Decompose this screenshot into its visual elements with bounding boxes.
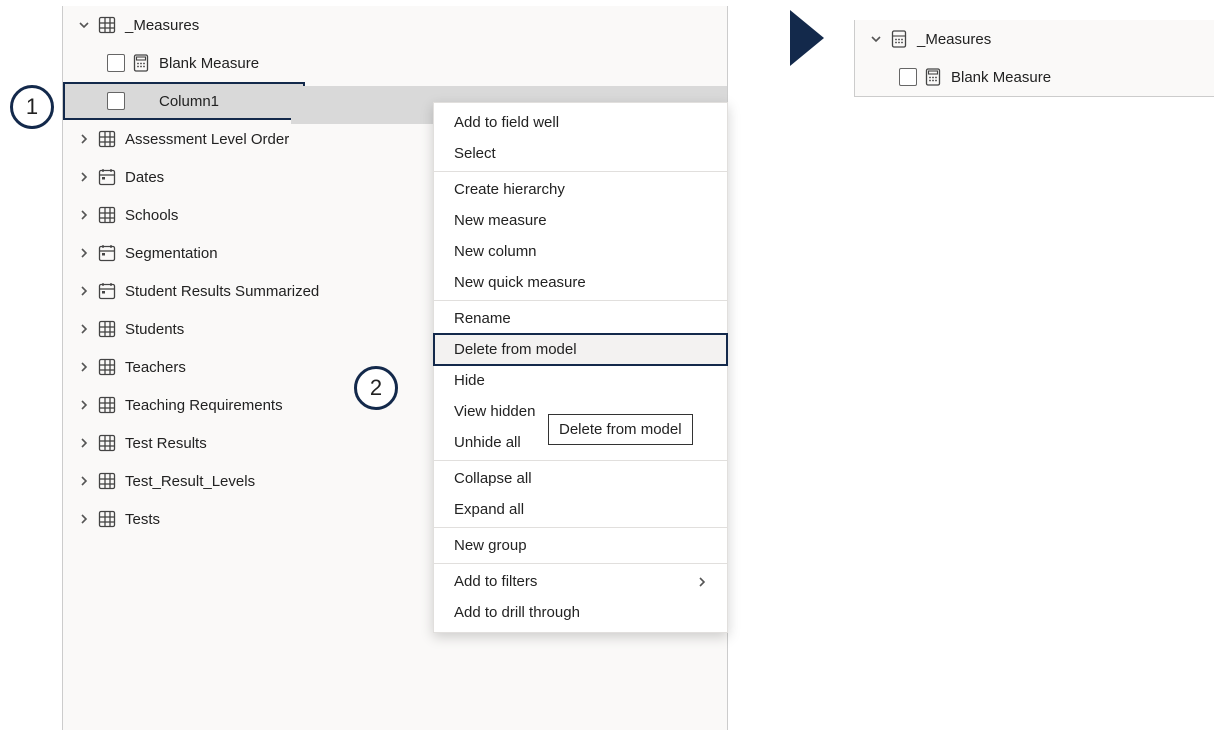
cm-add-to-drill-through[interactable]: Add to drill through <box>434 597 727 628</box>
chevron-down-icon <box>869 33 883 45</box>
table-icon <box>97 319 117 339</box>
table-icon <box>97 433 117 453</box>
step-badge-1: 1 <box>10 85 54 129</box>
tree-item-column1[interactable]: Column1 <box>63 82 305 120</box>
cm-label: Collapse all <box>454 470 532 487</box>
tree-item-measures[interactable]: _Measures <box>63 6 727 44</box>
cm-label: New quick measure <box>454 274 586 291</box>
cm-select[interactable]: Select <box>434 138 727 169</box>
cm-new-quick-measure[interactable]: New quick measure <box>434 267 727 298</box>
cm-label: Select <box>454 145 496 162</box>
chevron-right-icon <box>77 247 91 259</box>
step-badge-2: 2 <box>354 366 398 410</box>
cm-hide[interactable]: Hide <box>434 365 727 396</box>
cm-delete-from-model[interactable]: Delete from model <box>434 334 727 365</box>
tree-item-blank-measure[interactable]: Blank Measure <box>855 58 1214 96</box>
cm-label: Add to filters <box>454 573 537 590</box>
checkbox[interactable] <box>107 54 125 72</box>
tree-item-label: Segmentation <box>123 245 218 262</box>
table-icon <box>97 357 117 377</box>
tree-item-label: Assessment Level Order <box>123 131 289 148</box>
chevron-right-icon <box>77 323 91 335</box>
tree-item-label: Teachers <box>123 359 186 376</box>
cm-label: Add to field well <box>454 114 559 131</box>
tree-item-label: Student Results Summarized <box>123 283 319 300</box>
table-icon <box>97 205 117 225</box>
tree-item-label: Blank Measure <box>157 55 259 72</box>
chevron-right-icon <box>77 209 91 221</box>
step-number: 1 <box>26 94 38 120</box>
step-number: 2 <box>370 375 382 401</box>
cm-label: Delete from model <box>454 341 577 358</box>
table-icon <box>97 471 117 491</box>
tree-item-label: _Measures <box>915 31 991 48</box>
cm-label: Expand all <box>454 501 524 518</box>
chevron-right-icon <box>77 285 91 297</box>
cm-label: Rename <box>454 310 511 327</box>
measure-icon <box>131 53 151 73</box>
chevron-right-icon <box>77 361 91 373</box>
cm-label: Add to drill through <box>454 604 580 621</box>
tree-item-label: Column1 <box>157 93 219 110</box>
checkbox[interactable] <box>899 68 917 86</box>
tree-item-label: Test Results <box>123 435 207 452</box>
chevron-right-icon <box>77 399 91 411</box>
context-menu: Add to field well Select Create hierarch… <box>433 102 728 633</box>
measure-icon <box>923 67 943 87</box>
tree-item-label: Dates <box>123 169 164 186</box>
cm-new-column[interactable]: New column <box>434 236 727 267</box>
tree-item-label: Students <box>123 321 184 338</box>
fields-pane-after: _Measures Blank Measure <box>854 20 1214 97</box>
next-step-arrow-icon <box>790 10 824 66</box>
date-table-icon <box>97 243 117 263</box>
cm-label: Create hierarchy <box>454 181 565 198</box>
chevron-right-icon <box>77 475 91 487</box>
table-icon <box>97 15 117 35</box>
cm-label: New group <box>454 537 527 554</box>
tree-item-label: Blank Measure <box>949 69 1051 86</box>
cm-new-measure[interactable]: New measure <box>434 205 727 236</box>
cm-expand-all[interactable]: Expand all <box>434 494 727 525</box>
cm-label: Unhide all <box>454 434 521 451</box>
chevron-right-icon <box>77 133 91 145</box>
chevron-right-icon <box>697 576 707 588</box>
tree-item-measures[interactable]: _Measures <box>855 20 1214 58</box>
chevron-right-icon <box>77 171 91 183</box>
table-icon <box>97 129 117 149</box>
cm-new-group[interactable]: New group <box>434 530 727 561</box>
measure-table-icon <box>889 29 909 49</box>
date-table-icon <box>97 167 117 187</box>
table-icon <box>97 509 117 529</box>
tree-item-label: Test_Result_Levels <box>123 473 255 490</box>
table-icon <box>97 395 117 415</box>
tree-item-label: Tests <box>123 511 160 528</box>
cm-create-hierarchy[interactable]: Create hierarchy <box>434 174 727 205</box>
tree-item-label: _Measures <box>123 17 199 34</box>
tree-item-label: Teaching Requirements <box>123 397 283 414</box>
cm-collapse-all[interactable]: Collapse all <box>434 463 727 494</box>
chevron-right-icon <box>77 513 91 525</box>
tooltip-delete-from-model: Delete from model <box>548 414 693 445</box>
chevron-down-icon <box>77 19 91 31</box>
cm-rename[interactable]: Rename <box>434 303 727 334</box>
cm-add-to-filters[interactable]: Add to filters <box>434 566 727 597</box>
chevron-right-icon <box>77 437 91 449</box>
date-table-icon <box>97 281 117 301</box>
cm-label: New column <box>454 243 537 260</box>
checkbox[interactable] <box>107 92 125 110</box>
cm-label: New measure <box>454 212 547 229</box>
tooltip-text: Delete from model <box>559 421 682 438</box>
cm-label: View hidden <box>454 403 535 420</box>
tree-item-label: Schools <box>123 207 178 224</box>
cm-add-to-field-well[interactable]: Add to field well <box>434 107 727 138</box>
tree-item-blank-measure[interactable]: Blank Measure <box>63 44 727 82</box>
cm-label: Hide <box>454 372 485 389</box>
